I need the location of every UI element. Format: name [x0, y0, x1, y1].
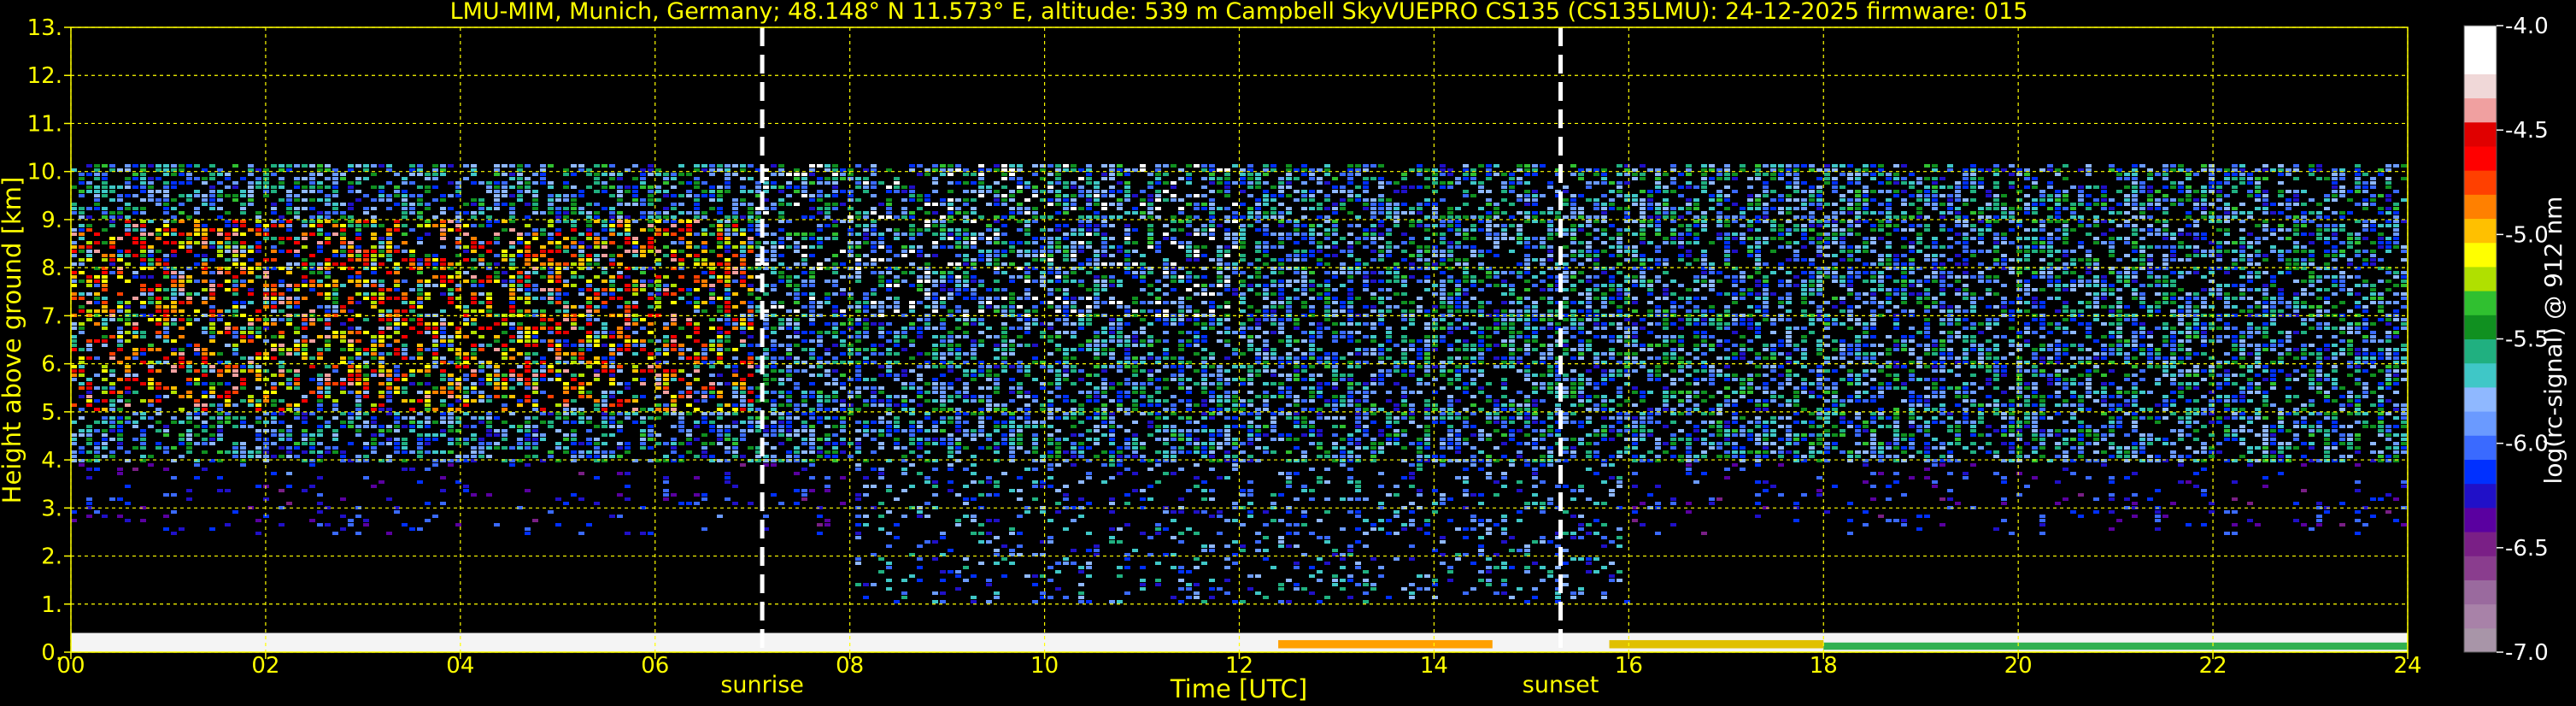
- x-tick-label: 24: [2393, 653, 2421, 679]
- colorbar-segment: [2464, 315, 2497, 339]
- x-tick-label: 16: [1615, 653, 1643, 679]
- y-axis-label: Height above ground [km]: [0, 177, 26, 504]
- colorbar-segment: [2464, 386, 2497, 412]
- colorbar-segment: [2464, 627, 2497, 653]
- y-tick-label: 12.: [27, 63, 62, 89]
- y-tick-label: 2.: [41, 544, 62, 570]
- x-tick-label: 02: [251, 653, 279, 679]
- colorbar-label: log(rc-signal) @ 912 nm: [2539, 197, 2567, 485]
- x-tick-label: 14: [1420, 653, 1448, 679]
- colorbar-tick-label: -4.0: [2505, 14, 2549, 39]
- colorbar-segment: [2464, 338, 2497, 364]
- colorbar-segment: [2464, 435, 2497, 460]
- x-axis-label: Time [UTC]: [1170, 674, 1307, 703]
- colorbar-segment: [2464, 507, 2497, 532]
- y-tick-label: 9.: [41, 208, 62, 233]
- colorbar-segment: [2464, 194, 2497, 220]
- colorbar-segment: [2464, 170, 2497, 195]
- colorbar-tick-label: -6.5: [2505, 536, 2549, 562]
- x-tick-label: 22: [2199, 653, 2227, 679]
- boundary-layer-yellow: [1609, 639, 1824, 649]
- colorbar-segment: [2464, 266, 2497, 291]
- colorbar-segment: [2464, 483, 2497, 509]
- colorbar-segment: [2464, 411, 2497, 436]
- y-tick-label: 13.: [27, 15, 62, 41]
- chart-title: LMU-MIM, Munich, Germany; 48.148° N 11.5…: [450, 0, 2028, 25]
- y-tick-label: 7.: [41, 303, 62, 329]
- x-tick-label: 04: [446, 653, 474, 679]
- x-tick-label: 06: [641, 653, 669, 679]
- y-tick-label: 6.: [41, 352, 62, 378]
- colorbar-segment: [2464, 26, 2497, 50]
- colorbar-segment: [2464, 50, 2497, 74]
- x-tick-label: 10: [1030, 653, 1059, 679]
- colorbar-segment: [2464, 145, 2497, 171]
- y-tick-label: 4.: [41, 448, 62, 474]
- colorbar-segment: [2464, 532, 2497, 556]
- y-tick-label: 5.: [41, 400, 62, 426]
- y-tick-label: 1.: [41, 592, 62, 618]
- sunset-label: sunset: [1523, 672, 1599, 698]
- boundary-layer-orange: [1278, 639, 1493, 649]
- colorbar-segment: [2464, 218, 2497, 244]
- colorbar-segment: [2464, 121, 2497, 147]
- y-tick-label: 3.: [41, 496, 62, 521]
- colorbar-segment: [2464, 580, 2497, 605]
- ceilometer-chart: 0.1.2.3.4.5.6.7.8.9.10.11.12.13. 00 02 04 0…: [0, 0, 2576, 706]
- y-tick-label: 10.: [27, 160, 62, 185]
- colorbar-segment: [2464, 97, 2497, 123]
- x-tick-label: 08: [836, 653, 864, 679]
- colorbar-tick-label: -4.5: [2505, 118, 2549, 144]
- colorbar-segment: [2464, 459, 2497, 485]
- sunrise-label: sunrise: [720, 672, 804, 698]
- y-tick-label: 11.: [27, 111, 62, 137]
- x-tick-label: 00: [56, 653, 85, 679]
- x-tick-label: 18: [1810, 653, 1838, 679]
- colorbar-segment: [2464, 291, 2497, 315]
- colorbar-tick-label: -7.0: [2505, 640, 2549, 666]
- x-tick-label: 20: [2004, 653, 2033, 679]
- y-tick-label: 8.: [41, 256, 62, 281]
- colorbar-segment: [2464, 74, 2497, 99]
- colorbar-segment: [2464, 242, 2497, 268]
- colorbar-segment: [2464, 362, 2497, 388]
- boundary-layer-green: [1823, 642, 2408, 650]
- colorbar-segment: [2464, 556, 2497, 580]
- colorbar-segment: [2464, 603, 2497, 629]
